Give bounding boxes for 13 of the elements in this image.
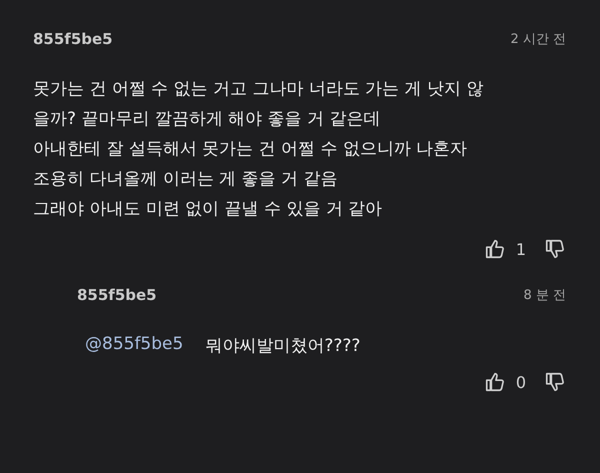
thumbs-up-icon[interactable] [484,238,506,260]
like-count: 0 [516,372,526,392]
comment-text: 못가는 건 어쩔 수 없는 거고 그나마 너라도 가는 게 낫지 않 을까? 끝마무리 깔끔하게 해야 좋을 거 같은데 아내한테 잘 설득해서 못가는 건 어쩔 수 없으니까 나혼자 조용히 다녀올께 이러는 게 좋을 거 같음 그래야 아내도 미련 없이 끝낼 수 있을 거 같아 [33,78,484,221]
comment-time: 2 시간 전 [510,31,566,48]
reply-author[interactable]: 855f5be5 [77,286,157,304]
thumbs-down-icon[interactable] [544,238,566,260]
thumbs-up-icon[interactable] [484,371,506,393]
thumbs-down-icon[interactable] [544,371,566,393]
mention-link[interactable]: @855f5be5 [85,334,184,357]
reply-time: 8 분 전 [523,287,566,304]
like-count: 1 [516,240,526,258]
comment-author[interactable]: 855f5be5 [33,30,113,48]
reply-text: 뭐야씨발미쳤어???? [205,335,360,357]
